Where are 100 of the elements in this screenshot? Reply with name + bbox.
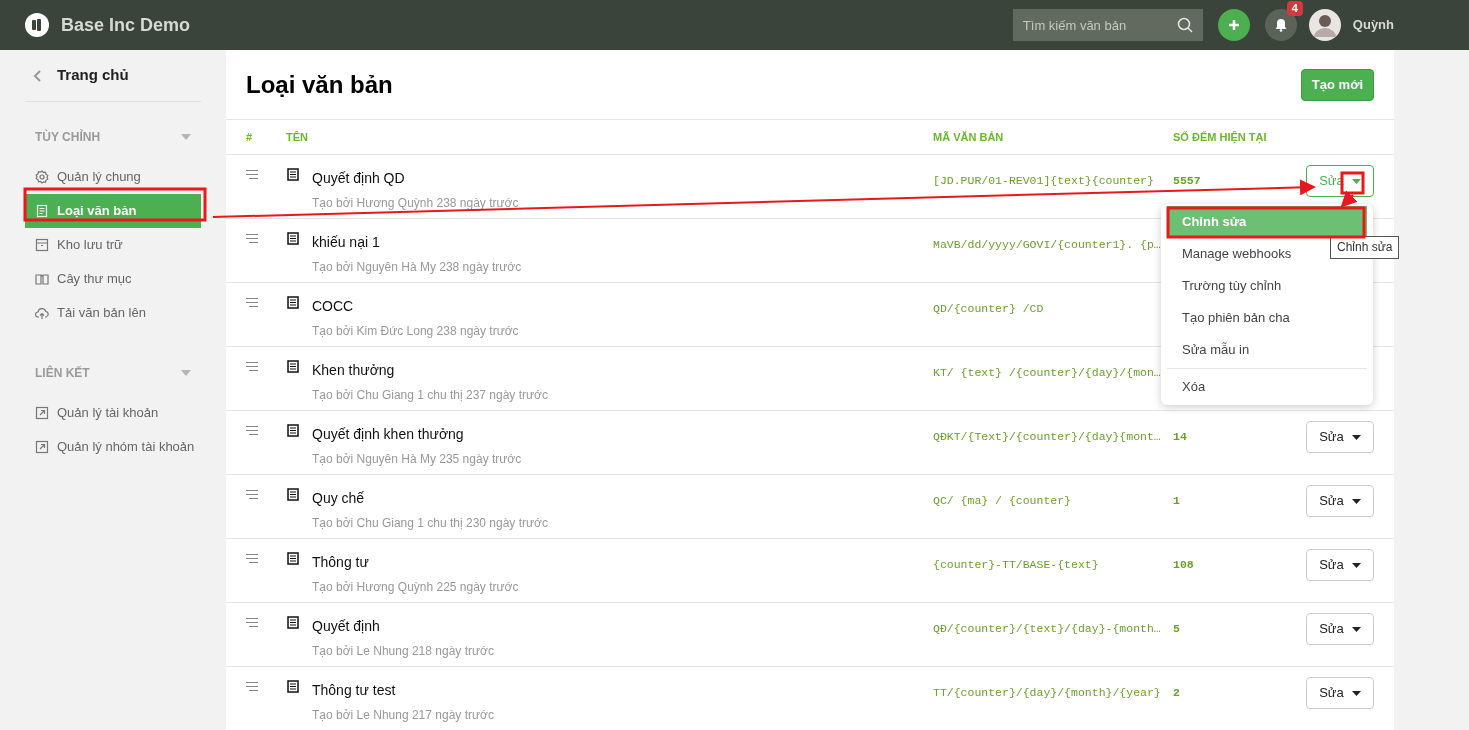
annotation-arrow xyxy=(1340,190,1358,208)
caret-icon xyxy=(1351,562,1361,568)
tooltip: Chỉnh sửa xyxy=(1330,236,1400,259)
created-by-text: Tạo bởi Hương Quỳnh 225 ngày trước xyxy=(312,580,519,594)
document-code: MaVB/dd/yyyy/GOVI/{counter1}. {p… xyxy=(933,238,1161,251)
cloud-upload-icon xyxy=(35,306,49,320)
menu-item[interactable]: Xóa xyxy=(1167,371,1367,403)
caret-icon xyxy=(1351,690,1361,696)
document-code: QĐ/{counter}/{text}/{day}-{month… xyxy=(933,622,1161,635)
created-by-text: Tạo bởi Nguyên Hà My 235 ngày trước xyxy=(312,452,522,466)
created-by-text: Tạo bởi Hương Quỳnh 238 ngày trước xyxy=(312,196,519,210)
document-icon xyxy=(287,360,299,373)
column-header: # xyxy=(246,130,253,143)
back-link[interactable]: Trang chủ xyxy=(57,64,129,87)
counter-value: 108 xyxy=(1173,558,1194,571)
document-type-name[interactable]: Quyết định xyxy=(312,618,380,634)
counter-value: 5557 xyxy=(1173,174,1201,187)
sidebar-item[interactable]: Quản lý nhóm tài khoản xyxy=(25,430,201,464)
user-name[interactable]: Quỳnh xyxy=(1352,15,1394,35)
drag-handle-icon[interactable] xyxy=(246,490,258,499)
sidebar-item[interactable]: Cây thư mục xyxy=(25,262,201,296)
created-by-text: Tạo bởi Kim Đức Long 238 ngày trước xyxy=(312,324,519,338)
archive-icon xyxy=(35,238,49,252)
external-link-icon xyxy=(35,406,49,420)
document-code: QC/ {ma} / {counter} xyxy=(933,494,1072,507)
document-icon xyxy=(35,204,49,218)
add-button[interactable] xyxy=(1217,9,1250,41)
document-code: [JD.PUR/01-REV01]{text}{counter} xyxy=(933,174,1154,187)
section-heading: LIÊN KẾT xyxy=(35,364,90,382)
document-type-name[interactable]: COCC xyxy=(312,298,354,314)
search-icon xyxy=(1176,17,1193,33)
created-by-text: Tạo bởi Le Nhung 218 ngày trước xyxy=(312,644,494,658)
document-type-name[interactable]: Khen thưởng xyxy=(312,362,395,378)
created-by-text: Tạo bởi Chu Giang 1 chu thị 230 ngày trước xyxy=(312,516,548,530)
created-by-text: Tạo bởi Nguyên Hà My 238 ngày trước xyxy=(312,260,522,274)
document-icon xyxy=(287,296,299,309)
edit-dropdown-button[interactable]: Sửa xyxy=(1306,677,1374,709)
drag-handle-icon[interactable] xyxy=(246,618,258,627)
counter-value: 14 xyxy=(1173,430,1187,443)
edit-dropdown-button[interactable]: Sửa xyxy=(1306,549,1374,581)
document-icon xyxy=(287,488,299,501)
search-field[interactable]: Tìm kiếm văn bản xyxy=(1012,9,1203,41)
document-type-name[interactable]: Thông tư xyxy=(312,554,369,570)
document-type-name[interactable]: khiếu nại 1 xyxy=(312,234,380,250)
menu-item[interactable]: Tạo phiên bản cha xyxy=(1167,302,1367,334)
created-by-text: Tạo bởi Le Nhung 217 ngày trước xyxy=(312,708,494,722)
plus-icon xyxy=(1227,19,1240,31)
notification-badge: 4 xyxy=(1286,1,1303,16)
book-icon xyxy=(35,272,49,286)
menu-item[interactable]: Sửa mẫu in xyxy=(1167,334,1367,366)
drag-handle-icon[interactable] xyxy=(246,170,258,179)
bell-icon xyxy=(1273,18,1288,32)
caret-icon xyxy=(1351,178,1361,184)
drag-handle-icon[interactable] xyxy=(246,362,258,371)
document-code: KT/ {text} /{counter}/{day}/{mon… xyxy=(933,366,1161,379)
drag-handle-icon[interactable] xyxy=(246,298,258,307)
document-type-name[interactable]: Quy chế xyxy=(312,490,365,506)
page-title: Loại văn bản xyxy=(246,69,393,100)
document-code: QD/{counter} /CD xyxy=(933,302,1044,315)
edit-dropdown-button[interactable]: Sửa xyxy=(1306,421,1374,453)
column-header: MÃ VĂN BẢN xyxy=(933,130,1004,143)
document-code: QĐKT/{Text}/{counter}/{day}{mont… xyxy=(933,430,1161,443)
drag-handle-icon[interactable] xyxy=(246,234,258,243)
document-icon xyxy=(287,424,299,437)
caret-icon xyxy=(1351,498,1361,504)
document-icon xyxy=(287,168,299,181)
created-by-text: Tạo bởi Chu Giang 1 chu thị 237 ngày trước xyxy=(312,388,548,402)
app-title: Base Inc Demo xyxy=(61,13,191,37)
counter-value: 1 xyxy=(1173,494,1180,507)
document-type-name[interactable]: Quyết định QD xyxy=(312,170,405,186)
edit-dropdown-button[interactable]: Sửa xyxy=(1306,485,1374,517)
column-header: TÊN xyxy=(286,130,308,143)
caret-icon xyxy=(1351,434,1361,440)
document-icon xyxy=(287,616,299,629)
counter-value: 2 xyxy=(1173,686,1180,699)
avatar[interactable] xyxy=(1308,9,1341,41)
caret-icon xyxy=(1351,626,1361,632)
document-type-name[interactable]: Thông tư test xyxy=(312,682,396,698)
drag-handle-icon[interactable] xyxy=(246,554,258,563)
document-code: TT/{counter}/{day}/{month}/{year} xyxy=(933,686,1161,699)
menu-item[interactable]: Trường tùy chỉnh xyxy=(1167,270,1367,302)
counter-value: 5 xyxy=(1173,622,1180,635)
document-type-name[interactable]: Quyết định khen thưởng xyxy=(312,426,464,442)
drag-handle-icon[interactable] xyxy=(246,426,258,435)
document-icon xyxy=(287,552,299,565)
sidebar-item[interactable]: Quản lý chung xyxy=(25,160,201,194)
back-icon[interactable] xyxy=(33,69,43,82)
sidebar-item[interactable]: Quản lý tài khoản xyxy=(25,396,201,430)
document-code: {counter}-TT/BASE-{text} xyxy=(933,558,1099,571)
drag-handle-icon[interactable] xyxy=(246,682,258,691)
section-heading: TÙY CHỈNH xyxy=(35,128,101,146)
sidebar-item[interactable]: Kho lưu trữ xyxy=(25,228,201,262)
document-icon xyxy=(287,232,299,245)
column-header: SỐ ĐẾM HIỆN TẠI xyxy=(1173,130,1267,143)
caret-icon[interactable] xyxy=(181,134,191,140)
logo-icon xyxy=(25,13,49,37)
edit-dropdown-button[interactable]: Sửa xyxy=(1306,613,1374,645)
caret-icon[interactable] xyxy=(181,370,191,376)
sidebar-item[interactable]: Tải văn bản lên xyxy=(25,296,201,330)
external-link-icon xyxy=(35,440,49,454)
